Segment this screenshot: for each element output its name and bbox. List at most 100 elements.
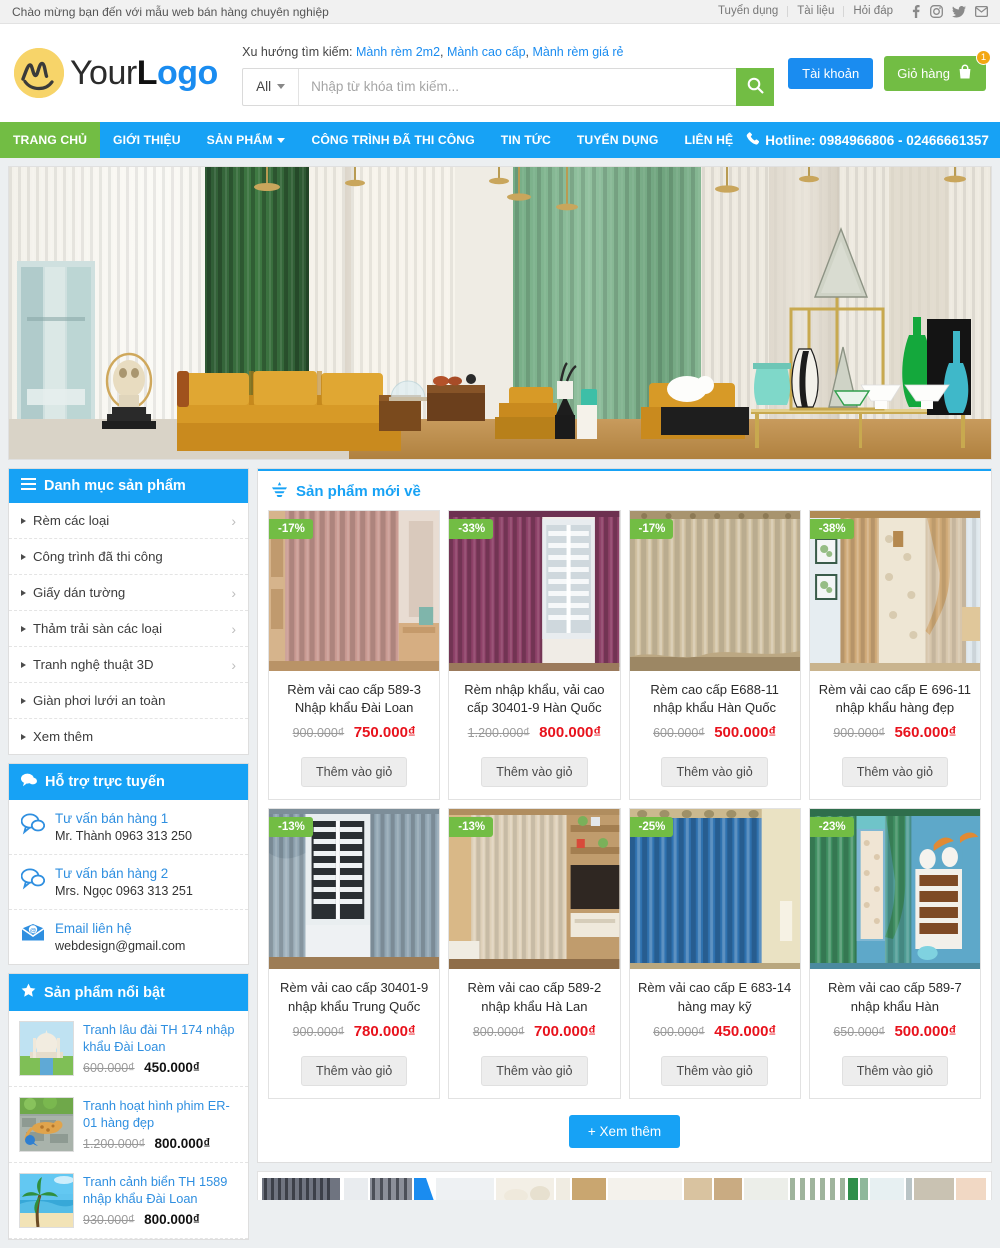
site-logo[interactable]: YourLogo <box>14 48 224 98</box>
product-image[interactable]: -25% <box>629 809 800 970</box>
product-title[interactable]: Rèm vải cao cấp 30401-9 nhập khẩu Trung … <box>277 979 431 1015</box>
support-name: Tư vấn bán hàng 2 <box>55 866 169 881</box>
support-item-email[interactable]: @ Email liên hệ webdesign@gmail.com <box>9 910 248 964</box>
add-to-cart-button[interactable]: Thêm vào giỏ <box>481 757 588 788</box>
product-title[interactable]: Rèm cao cấp E688-11 nhập khẩu Hàn Quốc <box>638 681 792 717</box>
sidebar-item-rem-cac-loai[interactable]: Rèm các loại › <box>9 503 248 539</box>
product-image[interactable]: -13% <box>449 809 620 970</box>
product-title[interactable]: Rèm vải cao cấp E 696-11 nhập khẩu hàng … <box>818 681 972 717</box>
cart-button[interactable]: Giỏ hàng 1 <box>884 49 991 91</box>
search-input[interactable] <box>299 68 737 105</box>
product-image[interactable]: -33% <box>449 511 620 671</box>
price-new: 800.000₫ <box>144 1211 200 1227</box>
sidebar-item-giay-dan-tuong[interactable]: Giấy dán tường › <box>9 575 248 611</box>
sidebar-item-xem-them[interactable]: Xem thêm <box>9 719 248 754</box>
price-old: 800.000₫ <box>472 1024 525 1039</box>
header-actions: Tài khoản Giỏ hàng 1 <box>774 49 991 91</box>
top-link-tuyendung[interactable]: Tuyển dụng <box>709 5 789 17</box>
add-to-cart-button[interactable]: Thêm vào giỏ <box>661 1055 768 1086</box>
product-card[interactable]: -25% Rèm vải cao cấp E 683-14 hàng may k… <box>628 808 801 1099</box>
discount-badge: -13% <box>449 817 494 838</box>
support-item-sales-1[interactable]: Tư vấn bán hàng 1 Mr. Thành 0963 313 250 <box>9 800 248 855</box>
sidebar-item-tham-trai-san[interactable]: Thảm trải sàn các loại › <box>9 611 248 647</box>
trending-link-3[interactable]: Mành rèm giá rẻ <box>532 45 623 59</box>
support-item-sales-2[interactable]: Tư vấn bán hàng 2 Mrs. Ngọc 0963 313 251 <box>9 855 248 910</box>
category-label: Thảm trải sàn các loại <box>33 621 162 636</box>
facebook-icon[interactable] <box>910 5 921 18</box>
search-button[interactable] <box>736 67 775 106</box>
product-body: Rèm vải cao cấp 589-3 Nhập khẩu Đài Loan… <box>269 671 439 799</box>
featured-item-1[interactable]: Tranh lâu đài TH 174 nhập khẩu Đài Loan … <box>9 1011 248 1087</box>
product-image[interactable]: -38% <box>809 511 980 671</box>
account-button[interactable]: Tài khoản <box>788 57 874 89</box>
email-icon[interactable] <box>975 6 988 17</box>
next-section-strip[interactable] <box>257 1170 992 1200</box>
nav-item-trang-chu[interactable]: TRANG CHỦ <box>0 122 101 158</box>
product-card[interactable]: -13% <box>448 808 621 1099</box>
add-to-cart-button[interactable]: Thêm vào giỏ <box>841 1055 949 1086</box>
nav-item-tin-tuc[interactable]: TIN TỨC <box>488 122 564 158</box>
nav-item-lien-he[interactable]: LIÊN HỆ <box>671 122 746 158</box>
product-image[interactable]: -13% <box>269 809 440 970</box>
product-card[interactable]: -17% <box>628 510 801 801</box>
search-icon <box>747 77 764 97</box>
product-card[interactable]: -13% <box>268 808 441 1099</box>
add-to-cart-button[interactable]: Thêm vào giỏ <box>841 757 949 788</box>
top-link-tailieu[interactable]: Tài liệu <box>788 5 845 17</box>
view-more-button[interactable]: + Xem thêm <box>568 1114 681 1148</box>
support-detail: Mrs. Ngọc 0963 313 251 <box>55 884 193 898</box>
product-prices: 650.000₫ 500.000₫ <box>818 1023 972 1040</box>
top-link-hoidap[interactable]: Hỏi đáp <box>844 5 902 17</box>
sidebar-item-gian-phoi[interactable]: Giàn phơi lưới an toàn <box>9 683 248 719</box>
product-image[interactable]: -23% <box>809 809 980 970</box>
trending-link-1[interactable]: Mành rèm 2m2 <box>356 45 440 59</box>
search-category-select[interactable]: All <box>243 68 300 105</box>
nav-item-tuyen-dung[interactable]: TUYỂN DỤNG <box>564 122 672 158</box>
price-old: 900.000₫ <box>292 726 345 741</box>
add-to-cart-button[interactable]: Thêm vào giỏ <box>300 757 408 788</box>
sidebar-item-tranh-3d[interactable]: Tranh nghệ thuật 3D › <box>9 647 248 683</box>
product-body: Rèm nhập khẩu, vải cao cấp 30401-9 Hàn Q… <box>449 671 619 799</box>
product-image[interactable]: -17% <box>629 511 800 671</box>
category-panel: Danh mục sản phẩm Rèm các loại › Công tr… <box>8 468 249 755</box>
discount-badge: -33% <box>449 519 494 539</box>
hero-banner[interactable] <box>8 166 992 460</box>
hero-banner-wrap <box>0 158 1000 468</box>
chat-icon <box>21 773 37 791</box>
product-body: Rèm vải cao cấp E 683-14 hàng may kỹ 600… <box>630 969 800 1097</box>
product-card[interactable]: -33% Rèm nhập khẩu, vải cao cấp 30401-9 … <box>448 510 621 801</box>
chevron-right-icon: › <box>231 512 236 529</box>
body-columns: Danh mục sản phẩm Rèm các loại › Công tr… <box>0 468 1000 1248</box>
featured-item-3[interactable]: Tranh cảnh biển TH 1589 nhập khẩu Đài Lo… <box>9 1163 248 1239</box>
svg-text:@: @ <box>30 927 37 934</box>
add-to-cart-button[interactable]: Thêm vào giỏ <box>481 1055 588 1086</box>
product-prices: 1.200.000₫ 800.000₫ <box>457 724 611 741</box>
nav-item-gioi-thieu[interactable]: GIỚI THIỆU <box>100 122 194 158</box>
new-arrival-icon <box>271 482 288 501</box>
product-title[interactable]: Rèm vải cao cấp 589-7 nhập khẩu Hàn <box>818 979 972 1015</box>
sidebar-item-cong-trinh[interactable]: Công trình đã thi công <box>9 539 248 575</box>
product-image[interactable]: -17% <box>269 511 440 671</box>
bullet-icon <box>21 589 26 596</box>
price-old: 600.000₫ <box>653 726 705 741</box>
instagram-icon[interactable] <box>930 5 943 18</box>
shopping-bag-icon <box>957 64 973 83</box>
product-title[interactable]: Rèm vải cao cấp E 683-14 hàng may kỹ <box>638 979 792 1015</box>
top-bar: Chào mừng bạn đến với mẫu web bán hàng c… <box>0 0 1000 24</box>
trending-link-2[interactable]: Mành cao cấp <box>447 45 526 59</box>
add-to-cart-button[interactable]: Thêm vào giỏ <box>661 757 768 788</box>
twitter-icon[interactable] <box>952 5 966 18</box>
category-label: Giấy dán tường <box>33 585 126 600</box>
product-title[interactable]: Rèm vải cao cấp 589-2 nhập khẩu Hà Lan <box>457 979 611 1015</box>
featured-item-2[interactable]: Tranh hoạt hình phim ER-01 hàng đẹp 1.20… <box>9 1087 248 1163</box>
featured-title: Tranh lâu đài TH 174 nhập khẩu Đài Loan <box>83 1022 235 1055</box>
nav-item-san-pham[interactable]: SẢN PHẨM <box>194 122 299 158</box>
nav-item-cong-trinh[interactable]: CÔNG TRÌNH ĐÃ THI CÔNG <box>298 122 487 158</box>
product-title[interactable]: Rèm vải cao cấp 589-3 Nhập khẩu Đài Loan <box>277 681 431 717</box>
product-card[interactable]: -23% Rèm vải cao cấp 589-7 nhập khẩu Hàn… <box>808 808 981 1099</box>
product-card[interactable]: -38% Rèm vải cao cấp E 696-11 nhập khẩu … <box>808 510 981 801</box>
add-to-cart-button[interactable]: Thêm vào giỏ <box>300 1055 408 1086</box>
featured-thumbnail <box>19 1173 74 1228</box>
product-card[interactable]: -17% <box>268 510 441 801</box>
product-title[interactable]: Rèm nhập khẩu, vải cao cấp 30401-9 Hàn Q… <box>457 681 611 717</box>
